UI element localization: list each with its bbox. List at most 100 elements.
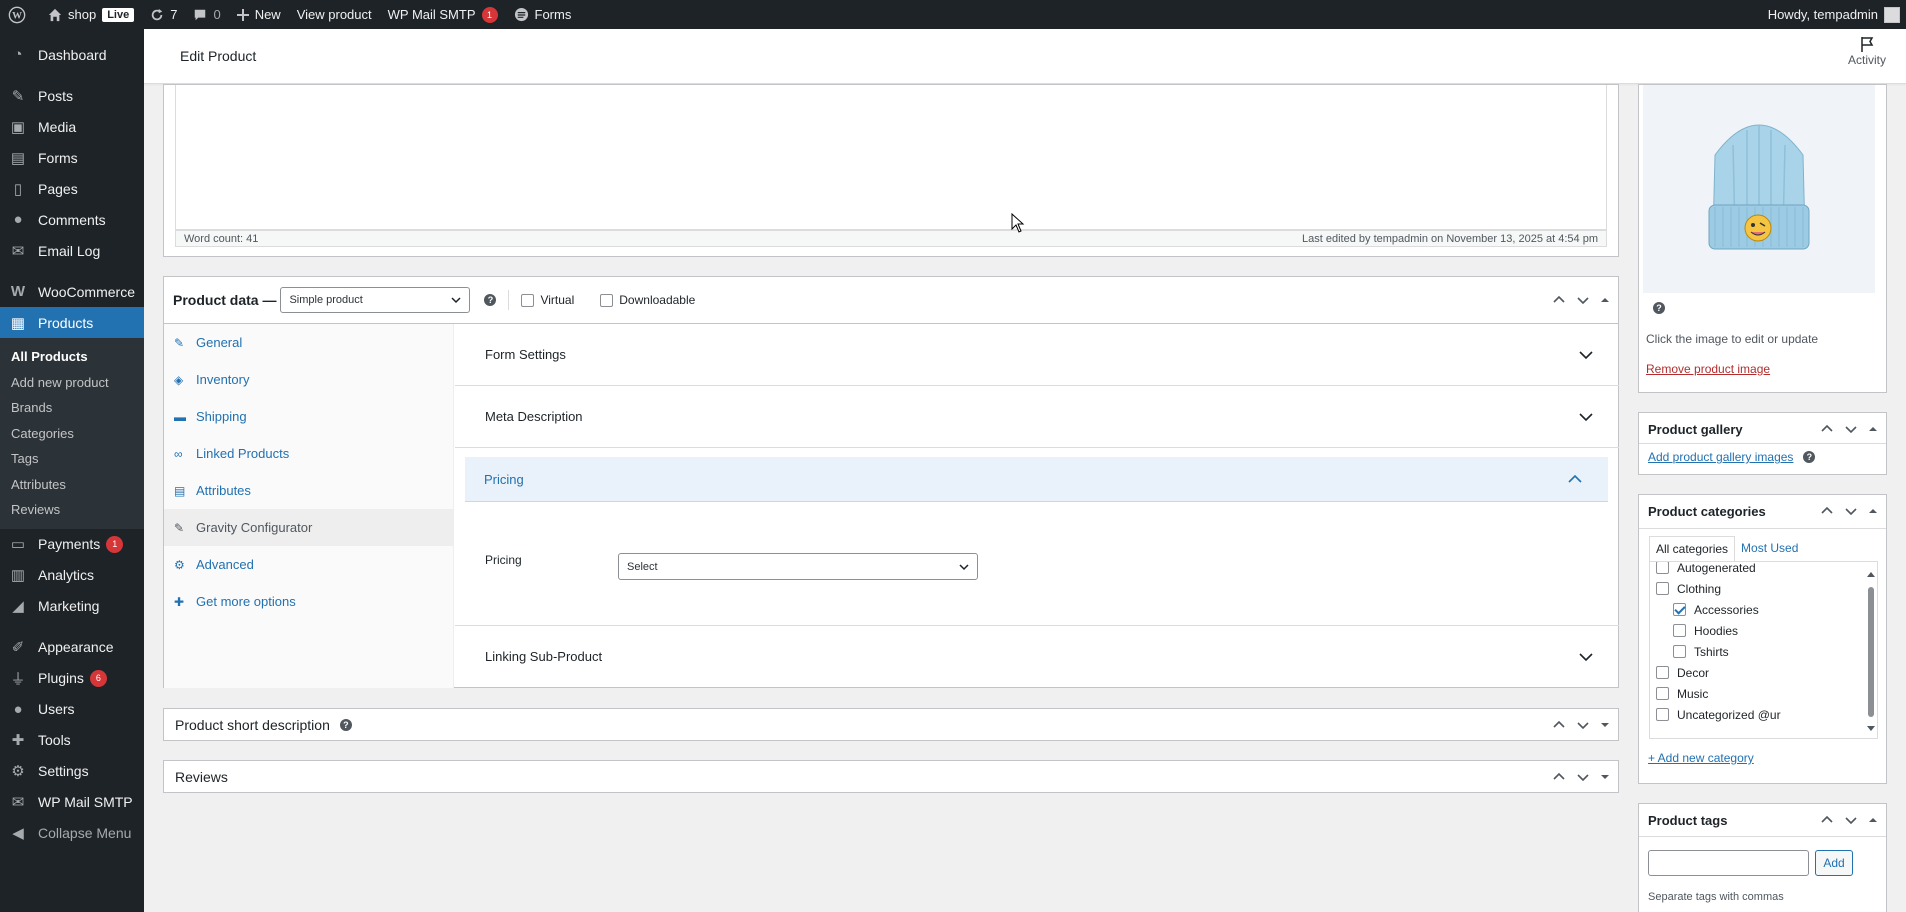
reviews-header[interactable]: Reviews [175,769,228,785]
help-icon[interactable]: ? [1803,451,1816,463]
editor-textarea[interactable] [175,85,1607,230]
tag-input[interactable] [1648,850,1809,876]
toggle-panel-icon[interactable] [1600,295,1610,305]
move-down-icon[interactable] [1844,422,1858,436]
my-account-link[interactable]: Howdy, tempadmin [1760,0,1906,29]
tab-attributes[interactable]: ▤ Attributes [164,472,453,509]
help-icon[interactable]: ? [1653,302,1665,314]
category-item[interactable]: Tshirts [1650,641,1862,662]
menu-wp-mail-smtp[interactable]: ✉ WP Mail SMTP [0,787,144,818]
toggle-panel-icon[interactable] [1868,815,1878,825]
category-scrollbar[interactable] [1867,566,1875,734]
product-image[interactable] [1643,85,1875,293]
comments-link[interactable]: 0 [185,0,228,29]
menu-users[interactable]: ● Users [0,694,144,725]
menu-forms[interactable]: ▤ Forms [0,142,144,173]
scrollbar-thumb[interactable] [1868,587,1874,717]
add-new-category-link[interactable]: + Add new category [1648,751,1754,765]
tab-gravity-configurator[interactable]: ✎ Gravity Configurator [164,509,453,546]
view-product-link[interactable]: View product [289,0,380,29]
submenu-categories[interactable]: Categories [0,421,144,447]
scroll-down-icon[interactable] [1867,725,1875,733]
wordpress-logo-icon[interactable]: W [0,0,40,29]
move-up-icon[interactable] [1552,770,1566,784]
category-item[interactable]: Autogenerated [1650,562,1862,578]
downloadable-option[interactable]: Downloadable [600,293,695,307]
move-down-icon[interactable] [1576,718,1590,732]
tab-get-more-options[interactable]: ✚ Get more options [164,583,453,620]
product-type-select[interactable]: Simple product [280,287,471,313]
category-item[interactable]: Music [1650,683,1862,704]
menu-pages[interactable]: ▯ Pages [0,173,144,204]
category-item[interactable]: Accessories [1650,599,1862,620]
help-icon[interactable]: ? [484,294,497,306]
category-checkbox[interactable] [1656,708,1669,721]
submenu-attributes[interactable]: Attributes [0,472,144,498]
submenu-all-products[interactable]: All Products [0,344,144,370]
category-checklist[interactable]: Autogenerated Clothing Accessories Hoodi… [1649,561,1878,739]
menu-email-log[interactable]: ✉ Email Log [0,235,144,266]
updates-link[interactable]: 7 [142,0,185,29]
move-up-icon[interactable] [1552,293,1566,307]
category-checkbox[interactable] [1656,666,1669,679]
virtual-checkbox[interactable] [521,293,535,307]
toggle-panel-icon[interactable] [1868,506,1878,516]
submenu-brands[interactable]: Brands [0,395,144,421]
accordion-meta-description[interactable]: Meta Description [455,386,1619,448]
short-description-header[interactable]: Product short description ? [175,717,352,733]
scroll-up-icon[interactable] [1867,570,1875,578]
category-item[interactable]: Clothing [1650,578,1862,599]
tab-general[interactable]: ✎ General [164,324,453,361]
tab-all-categories[interactable]: All categories [1649,536,1736,561]
menu-comments[interactable]: ● Comments [0,204,144,235]
move-down-icon[interactable] [1576,293,1590,307]
menu-marketing[interactable]: ◢ Marketing [0,591,144,622]
move-down-icon[interactable] [1576,770,1590,784]
activity-button[interactable]: Activity [1848,35,1886,67]
category-checkbox[interactable] [1656,562,1669,574]
menu-analytics[interactable]: ▥ Analytics [0,560,144,591]
category-checkbox[interactable] [1673,624,1686,637]
menu-woocommerce[interactable]: W WooCommerce [0,276,144,307]
category-checkbox[interactable] [1673,603,1686,616]
menu-dashboard[interactable]: ◔ Dashboard [0,39,144,70]
pricing-select[interactable]: Select [618,553,978,580]
submenu-tags[interactable]: Tags [0,446,144,472]
category-checkbox[interactable] [1656,687,1669,700]
menu-tools[interactable]: ✚ Tools [0,725,144,756]
toggle-panel-icon[interactable] [1868,424,1878,434]
forms-link[interactable]: Forms [506,0,580,29]
menu-payments[interactable]: ▭ Payments 1 [0,529,144,560]
category-item[interactable]: Uncategorized @ur [1650,704,1862,725]
add-tag-button[interactable]: Add [1815,850,1853,876]
move-up-icon[interactable] [1552,718,1566,732]
accordion-pricing[interactable]: Pricing [465,457,1608,502]
toggle-panel-icon[interactable] [1600,772,1610,782]
menu-products[interactable]: ▦ Products [0,307,144,338]
tab-linked-products[interactable]: ∞ Linked Products [164,435,453,472]
new-content-link[interactable]: New [229,0,289,29]
submenu-add-new-product[interactable]: Add new product [0,370,144,396]
toggle-panel-icon[interactable] [1600,720,1610,730]
help-icon[interactable]: ? [339,719,352,731]
category-item[interactable]: Decor [1650,662,1862,683]
tab-shipping[interactable]: ▬ Shipping [164,398,453,435]
menu-posts[interactable]: ✎ Posts [0,80,144,111]
menu-plugins[interactable]: ⏚ Plugins 6 [0,663,144,694]
wp-mail-smtp-link[interactable]: WP Mail SMTP 1 [380,0,506,29]
move-down-icon[interactable] [1844,504,1858,518]
tab-inventory[interactable]: ◈ Inventory [164,361,453,398]
accordion-form-settings[interactable]: Form Settings [455,324,1619,386]
tab-most-used[interactable]: Most Used [1735,536,1805,561]
collapse-menu-button[interactable]: ◀ Collapse Menu [0,818,144,849]
move-up-icon[interactable] [1820,422,1834,436]
move-up-icon[interactable] [1820,504,1834,518]
downloadable-checkbox[interactable] [600,293,614,307]
move-down-icon[interactable] [1844,813,1858,827]
remove-product-image-link[interactable]: Remove product image [1646,362,1770,376]
category-item[interactable]: Hoodies [1650,620,1862,641]
category-checkbox[interactable] [1656,582,1669,595]
menu-settings[interactable]: ⚙ Settings [0,756,144,787]
site-name-link[interactable]: shop Live [40,0,142,29]
move-up-icon[interactable] [1820,813,1834,827]
